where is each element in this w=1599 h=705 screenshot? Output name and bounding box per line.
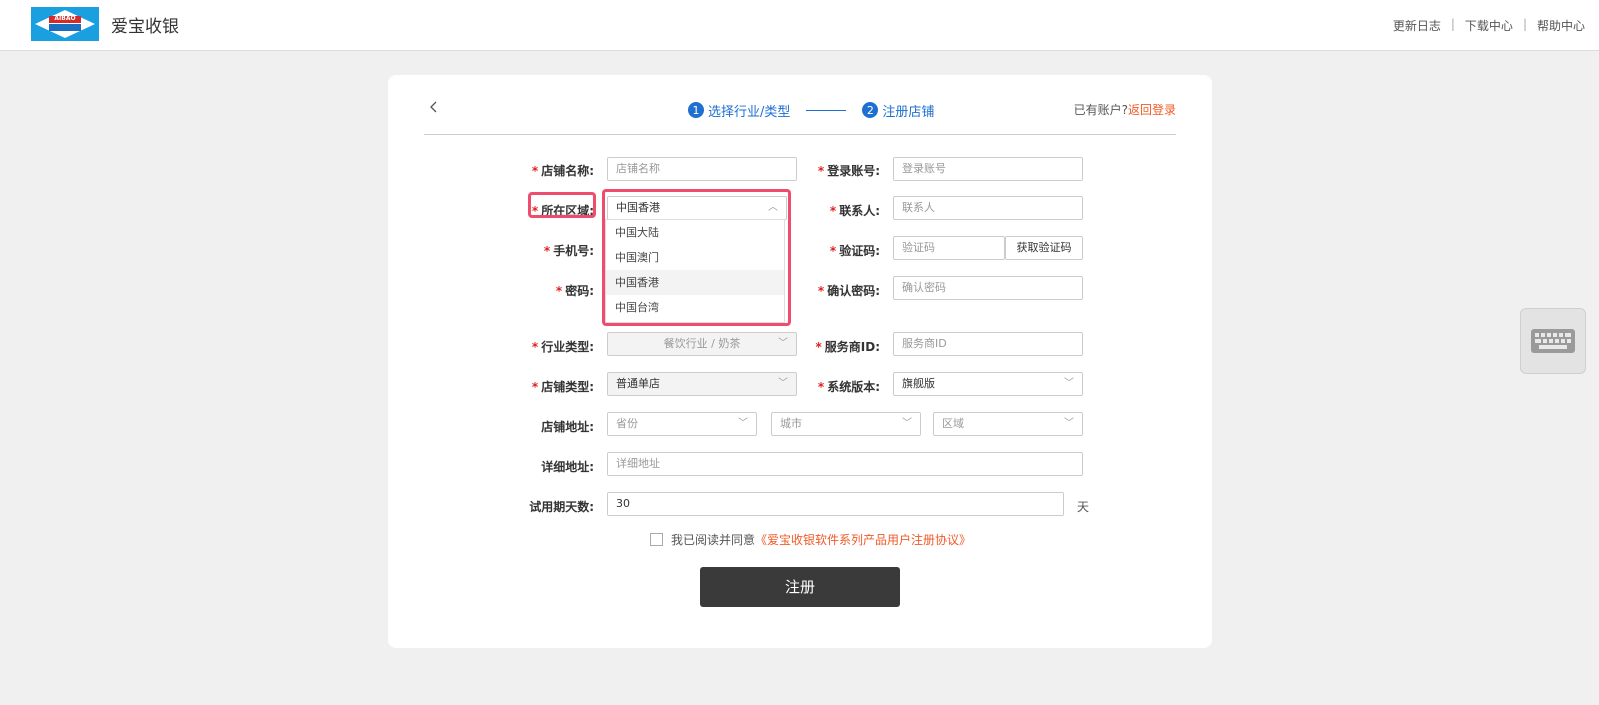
highlight-box	[528, 192, 596, 218]
shop-type-select: 普通单店 ﹀	[607, 372, 797, 396]
verify-code-label: * 验证码:	[829, 244, 880, 258]
aibao-logo: AIBAO	[31, 7, 99, 41]
chevron-down-icon: ﹀	[1064, 418, 1074, 429]
chevron-down-icon: ﹀	[1064, 378, 1074, 389]
login-account-input[interactable]: 登录账号	[893, 157, 1083, 181]
chevron-down-icon: ﹀	[902, 418, 912, 429]
agreement: 我已阅读并同意 《爱宝收银软件系列产品用户注册协议》	[650, 531, 971, 548]
separator: |	[1450, 17, 1455, 31]
have-account-text: 已有账户?	[1073, 103, 1128, 117]
industry-label: * 行业类型:	[531, 340, 594, 354]
link-download[interactable]: 下载中心	[1465, 17, 1513, 34]
chevron-down-icon: ﹀	[778, 378, 788, 389]
trial-days-label: 试用期天数:	[529, 500, 594, 514]
top-links: 更新日志 | 下载中心 | 帮助中心	[1393, 17, 1585, 34]
trial-days-input[interactable]: 30	[607, 492, 1064, 516]
detail-address-label: 详细地址:	[541, 460, 594, 474]
confirm-password-input[interactable]: 确认密码	[893, 276, 1083, 300]
city-select[interactable]: 城市 ﹀	[771, 412, 921, 436]
brand-name: 爱宝收银	[111, 17, 179, 37]
detail-address-input[interactable]: 详细地址	[607, 452, 1083, 476]
contact-input[interactable]: 联系人	[893, 196, 1083, 220]
separator: |	[1522, 17, 1527, 31]
system-version-label: * 系统版本:	[817, 380, 880, 394]
chevron-down-icon: ﹀	[778, 338, 788, 349]
step-2-label: 注册店铺	[882, 104, 935, 120]
address-label: 店铺地址:	[541, 420, 594, 434]
step-1: 1 选择行业/类型	[688, 101, 790, 120]
trial-days-unit: 天	[1077, 500, 1090, 514]
province-select[interactable]: 省份 ﹀	[607, 412, 757, 436]
step-connector	[806, 109, 847, 111]
shop-name-label: * 店铺名称:	[531, 164, 594, 178]
step-indicator: 1 选择行业/类型 2 注册店铺	[688, 100, 934, 120]
district-select[interactable]: 区域 ﹀	[933, 412, 1083, 436]
have-account: 已有账户?返回登录	[1074, 101, 1176, 118]
header-divider	[424, 134, 1176, 135]
keyboard-icon[interactable]	[1520, 308, 1586, 374]
agreement-text: 我已阅读并同意	[671, 533, 756, 547]
password-label: * 密码:	[555, 284, 594, 298]
phone-label: * 手机号:	[543, 244, 594, 258]
logo-text: AIBAO	[54, 15, 76, 22]
get-code-button[interactable]: 获取验证码	[1005, 236, 1083, 260]
agreement-link[interactable]: 《爱宝收银软件系列产品用户注册协议》	[755, 531, 971, 548]
step-1-number: 1	[688, 102, 704, 118]
shop-name-input[interactable]: 店铺名称	[607, 157, 797, 181]
shop-type-label: * 店铺类型:	[531, 380, 594, 394]
contact-label: * 联系人:	[829, 204, 880, 218]
step-2-number: 2	[862, 102, 879, 118]
chevron-down-icon: ﹀	[738, 418, 748, 429]
back-chevron-icon[interactable]	[426, 99, 442, 115]
agreement-checkbox[interactable]	[650, 533, 663, 546]
system-version-select[interactable]: 旗舰版 ﹀	[893, 372, 1083, 396]
industry-select: 餐饮行业 / 奶茶 ﹀	[607, 332, 797, 356]
login-account-label: * 登录账号:	[817, 164, 880, 178]
link-changelog[interactable]: 更新日志	[1393, 17, 1441, 34]
register-button[interactable]: 注册	[700, 567, 900, 607]
step-1-label: 选择行业/类型	[708, 104, 791, 120]
highlight-box	[602, 189, 791, 326]
verify-code-input[interactable]: 验证码	[893, 236, 1005, 260]
link-help[interactable]: 帮助中心	[1537, 17, 1585, 34]
confirm-password-label: * 确认密码:	[817, 284, 880, 298]
provider-id-input[interactable]: 服务商ID	[893, 332, 1083, 356]
provider-id-label: * 服务商ID:	[815, 340, 880, 354]
step-2: 2 注册店铺	[862, 101, 934, 120]
top-bar: AIBAO 爱宝收银 更新日志 | 下载中心 | 帮助中心	[0, 0, 1599, 51]
register-card: 1 选择行业/类型 2 注册店铺 已有账户?返回登录 * 店铺名称: 店铺名称 *…	[388, 75, 1212, 648]
back-to-login-link[interactable]: 返回登录	[1128, 103, 1176, 117]
